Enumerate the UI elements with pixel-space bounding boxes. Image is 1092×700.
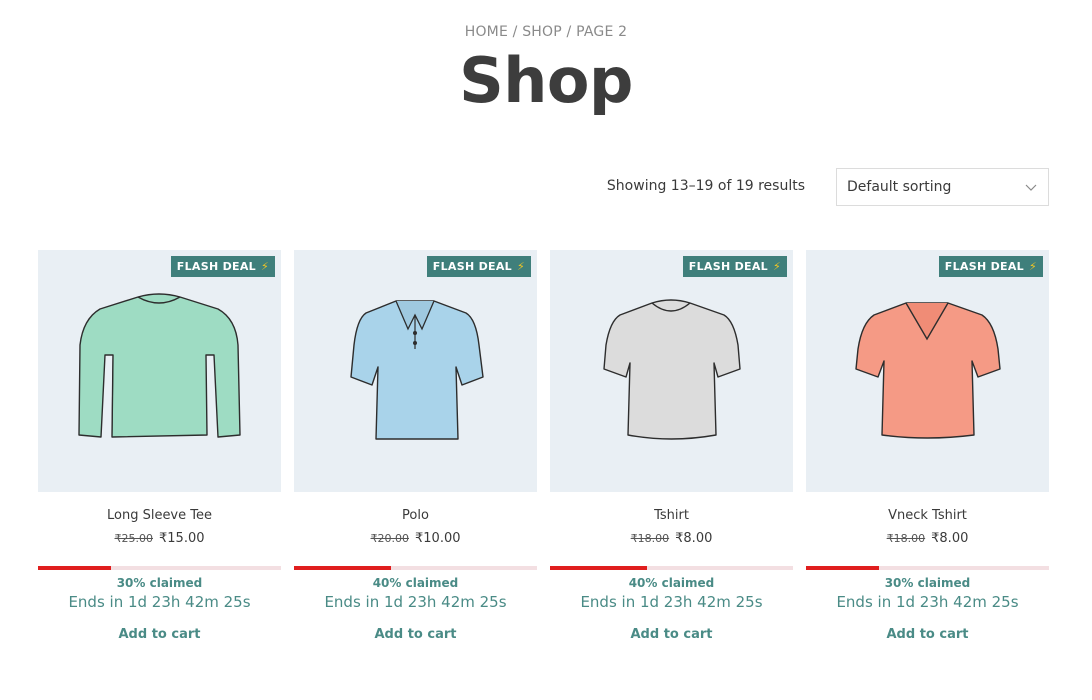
claimed-progress-fill: [294, 566, 392, 570]
badge-label: FLASH DEAL: [688, 260, 768, 273]
product-image[interactable]: FLASH DEAL ⚡: [38, 250, 281, 492]
long-sleeve-shirt-icon: [78, 293, 241, 438]
breadcrumb-home[interactable]: HOME: [465, 24, 508, 40]
add-to-cart-button[interactable]: Add to cart: [294, 627, 537, 642]
product-price: ₹18.00 ₹8.00: [806, 531, 1049, 546]
original-price: ₹18.00: [886, 532, 926, 545]
product-name[interactable]: Vneck Tshirt: [806, 508, 1049, 523]
sale-price: ₹10.00: [415, 531, 461, 546]
product-name[interactable]: Tshirt: [550, 508, 793, 523]
claimed-progress-fill: [550, 566, 648, 570]
product-card: FLASH DEAL ⚡ Polo ₹20.00 ₹10.00 40% claim…: [294, 250, 537, 642]
countdown-timer: Ends in 1d 23h 42m 25s: [68, 593, 251, 611]
page-title: Shop: [459, 44, 633, 117]
claimed-progress-fill: [38, 566, 111, 570]
add-to-cart-button[interactable]: Add to cart: [38, 627, 281, 642]
product-card: FLASH DEAL ⚡ Long Sleeve Tee ₹25.00 ₹15.0…: [38, 250, 281, 642]
lightning-icon: ⚡: [772, 260, 781, 273]
countdown-timer: Ends in 1d 23h 42m 25s: [324, 593, 507, 611]
lightning-icon: ⚡: [516, 260, 525, 273]
countdown-timer: Ends in 1d 23h 42m 25s: [580, 593, 763, 611]
claimed-label: 30% claimed: [884, 576, 971, 590]
product-price: ₹25.00 ₹15.00: [38, 531, 281, 546]
original-price: ₹18.00: [630, 532, 670, 545]
product-name[interactable]: Long Sleeve Tee: [38, 508, 281, 523]
tshirt-icon: [603, 299, 741, 440]
claimed-progress-bar: [294, 566, 537, 570]
flash-deal-badge: FLASH DEAL ⚡: [426, 256, 531, 277]
flash-deal-badge: FLASH DEAL ⚡: [938, 256, 1043, 277]
sale-price: ₹8.00: [675, 531, 713, 546]
claimed-progress-bar: [38, 566, 281, 570]
flash-deal-badge: FLASH DEAL ⚡: [682, 256, 787, 277]
original-price: ₹20.00: [370, 532, 410, 545]
product-price: ₹18.00 ₹8.00: [550, 531, 793, 546]
badge-label: FLASH DEAL: [176, 260, 256, 273]
sorting-selected-value: Default sorting: [847, 179, 952, 195]
product-image[interactable]: FLASH DEAL ⚡: [806, 250, 1049, 492]
breadcrumb-shop[interactable]: SHOP: [522, 24, 562, 40]
product-image[interactable]: FLASH DEAL ⚡: [550, 250, 793, 492]
product-card: FLASH DEAL ⚡ Tshirt ₹18.00 ₹8.00 40% clai…: [550, 250, 793, 642]
product-name[interactable]: Polo: [294, 508, 537, 523]
claimed-label: 30% claimed: [116, 576, 203, 590]
claimed-progress-bar: [806, 566, 1049, 570]
product-price: ₹20.00 ₹10.00: [294, 531, 537, 546]
claimed-label: 40% claimed: [372, 576, 459, 590]
sorting-select[interactable]: Default sorting: [836, 168, 1049, 206]
polo-shirt-icon: [350, 300, 484, 440]
lightning-icon: ⚡: [1028, 260, 1037, 273]
add-to-cart-button[interactable]: Add to cart: [806, 627, 1049, 642]
result-count: Showing 13–19 of 19 results: [606, 178, 805, 194]
claimed-label: 40% claimed: [628, 576, 715, 590]
flash-deal-badge: FLASH DEAL ⚡: [170, 256, 275, 277]
vneck-tshirt-icon: [855, 302, 1001, 439]
claimed-progress-fill: [806, 566, 879, 570]
claimed-progress-bar: [550, 566, 793, 570]
badge-label: FLASH DEAL: [944, 260, 1024, 273]
chevron-down-icon: [1025, 184, 1037, 191]
breadcrumb-separator: /: [561, 24, 577, 40]
lightning-icon: ⚡: [260, 260, 269, 273]
product-image[interactable]: FLASH DEAL ⚡: [294, 250, 537, 492]
breadcrumb-current-page: PAGE 2: [576, 24, 628, 40]
breadcrumb-separator: /: [508, 24, 523, 40]
original-price: ₹25.00: [114, 532, 154, 545]
countdown-timer: Ends in 1d 23h 42m 25s: [836, 593, 1019, 611]
breadcrumb: HOME / SHOP / PAGE 2: [0, 24, 1092, 40]
product-grid: FLASH DEAL ⚡ Long Sleeve Tee ₹25.00 ₹15.0…: [38, 250, 1049, 642]
sale-price: ₹8.00: [931, 531, 969, 546]
product-card: FLASH DEAL ⚡ Vneck Tshirt ₹18.00 ₹8.00 30…: [806, 250, 1049, 642]
badge-label: FLASH DEAL: [432, 260, 512, 273]
sale-price: ₹15.00: [159, 531, 205, 546]
add-to-cart-button[interactable]: Add to cart: [550, 627, 793, 642]
